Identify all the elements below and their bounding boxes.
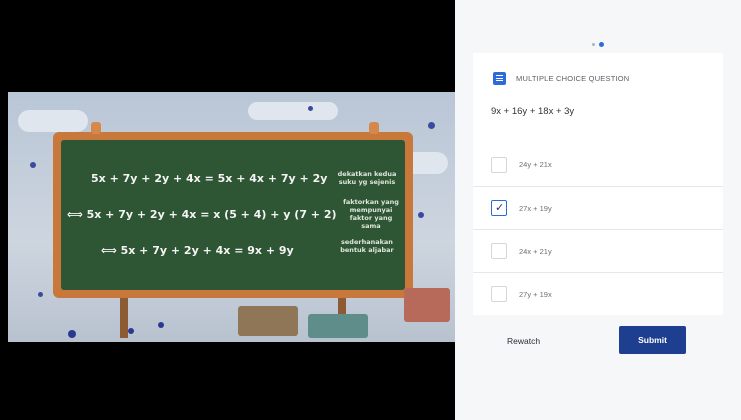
- option-2[interactable]: ✓ 27x + 19y: [473, 186, 723, 229]
- option-checkbox[interactable]: [491, 156, 507, 173]
- option-label: 24y + 21x: [519, 160, 552, 169]
- rewatch-button[interactable]: Rewatch: [507, 336, 540, 346]
- cloud-shape: [18, 110, 88, 132]
- cloud-shape: [248, 102, 338, 120]
- question-panel: MULTIPLE CHOICE QUESTION 9x + 16y + 18x …: [455, 0, 741, 420]
- question-header: MULTIPLE CHOICE QUESTION: [493, 71, 629, 85]
- market-stall: [238, 306, 298, 336]
- board-leg: [120, 298, 128, 338]
- paint-dot: [308, 106, 313, 111]
- market-tent: [404, 288, 450, 322]
- paint-dot: [68, 330, 76, 338]
- option-1[interactable]: 24y + 21x: [473, 143, 723, 186]
- chalkboard: 5x + 7y + 2y + 4x = 5x + 4x + 7y + 2y ⟺ …: [61, 140, 405, 290]
- note-3: sederhanakan bentuk aljabar: [340, 238, 394, 254]
- equation-line-1: 5x + 7y + 2y + 4x = 5x + 4x + 7y + 2y: [91, 172, 328, 185]
- note-2: faktorkan yang mempunyai faktor yang sam…: [343, 198, 399, 230]
- paint-dot: [30, 162, 36, 168]
- note-1: dekatkan kedua suku yg sejenis: [337, 170, 397, 186]
- option-label: 27x + 19y: [519, 203, 552, 213]
- market-cart: [308, 314, 368, 338]
- option-label: 27y + 19x: [519, 289, 552, 299]
- question-type-label: MULTIPLE CHOICE QUESTION: [516, 73, 630, 83]
- list-icon: [493, 71, 506, 85]
- board-peg: [369, 122, 379, 134]
- equation-line-3: ⟺ 5x + 7y + 2y + 4x = 9x + 9y: [101, 244, 294, 257]
- question-card: MULTIPLE CHOICE QUESTION 9x + 16y + 18x …: [473, 53, 723, 315]
- option-checkbox[interactable]: [491, 243, 507, 259]
- chalkboard-frame: 5x + 7y + 2y + 4x = 5x + 4x + 7y + 2y ⟺ …: [53, 122, 413, 298]
- option-4[interactable]: 27y + 19x: [473, 272, 723, 315]
- submit-button[interactable]: Submit: [619, 326, 686, 354]
- page-dot-active[interactable]: [599, 42, 604, 48]
- option-checkbox[interactable]: [491, 286, 507, 302]
- equation-line-2: ⟺ 5x + 7y + 2y + 4x = x (5 + 4) + y (7 +…: [67, 208, 337, 221]
- option-label: 24x + 21y: [519, 246, 552, 256]
- option-3[interactable]: 24x + 21y: [473, 229, 723, 272]
- checkmark-icon: ✓: [495, 202, 505, 214]
- paint-dot: [418, 212, 424, 218]
- lesson-video-frame: 5x + 7y + 2y + 4x = 5x + 4x + 7y + 2y ⟺ …: [8, 92, 455, 342]
- video-player[interactable]: 5x + 7y + 2y + 4x = 5x + 4x + 7y + 2y ⟺ …: [0, 0, 455, 420]
- paint-dot: [38, 292, 43, 297]
- page-indicator: [455, 36, 741, 48]
- paint-dot: [428, 122, 435, 129]
- paint-dot: [158, 322, 164, 328]
- paint-dot: [128, 328, 134, 334]
- page-dot[interactable]: [592, 43, 595, 47]
- board-peg: [91, 122, 101, 134]
- option-checkbox[interactable]: ✓: [491, 200, 507, 216]
- question-text: 9x + 16y + 18x + 3y: [491, 106, 575, 117]
